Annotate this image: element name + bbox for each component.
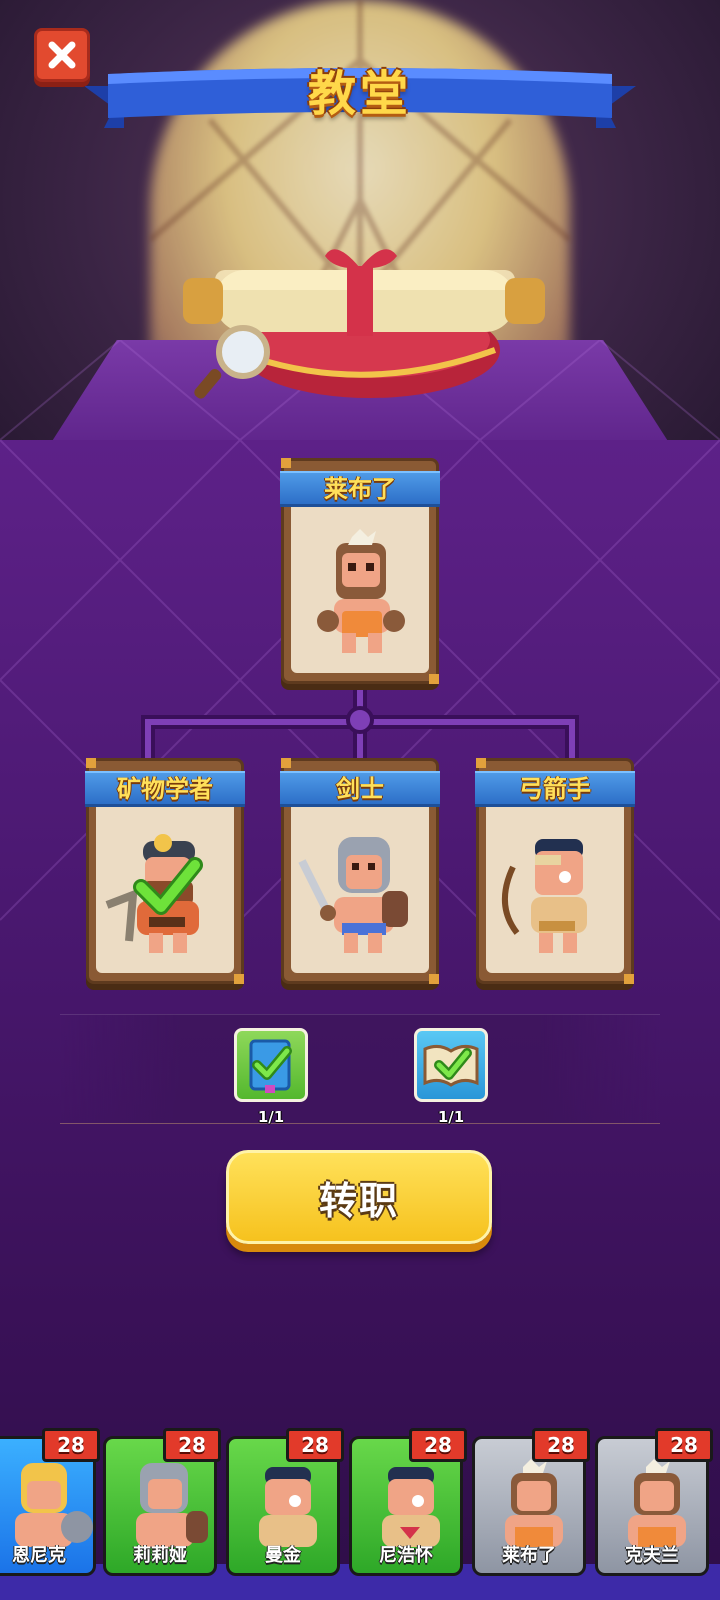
class-card-archer[interactable]: 弓箭手 xyxy=(475,758,635,984)
class-card-label: 莱布了 xyxy=(280,471,440,507)
card-corner xyxy=(281,758,291,768)
roster-hero-name: 克夫兰 xyxy=(625,1545,679,1566)
card-corner xyxy=(234,974,244,984)
requirement-count: 1/1 xyxy=(257,1108,285,1126)
open-book-icon xyxy=(423,1044,479,1087)
class-card-base[interactable]: 莱布了 xyxy=(280,458,440,684)
hero-portrait-icon xyxy=(105,834,203,953)
change-class-button[interactable]: 转职 xyxy=(226,1150,492,1244)
church-screen: 教堂 莱布了 矿物学者 剑士 弓箭手 1/1 1/1 转职 恩尼克 28 莉莉娅… xyxy=(0,0,720,1600)
hero-portrait-icon xyxy=(298,837,408,953)
card-corner xyxy=(429,974,439,984)
close-icon xyxy=(48,41,76,69)
roster-hero-name: 尼浩怀 xyxy=(379,1545,433,1566)
class-card-miner[interactable]: 矿物学者 xyxy=(85,758,245,984)
class-card-label: 弓箭手 xyxy=(475,771,635,807)
card-corner xyxy=(624,974,634,984)
card-corner xyxy=(476,758,486,768)
hero-portrait-icon xyxy=(501,839,587,953)
hero-portrait-icon xyxy=(317,529,405,653)
roster-level-badge: 28 xyxy=(532,1428,590,1462)
class-card-label: 剑士 xyxy=(280,771,440,807)
requirements-panel xyxy=(60,1014,660,1124)
page-title: 教堂 xyxy=(307,66,412,122)
roster-level-badge: 28 xyxy=(42,1428,100,1462)
card-corner xyxy=(429,674,439,684)
requirement-item[interactable] xyxy=(414,1028,488,1102)
class-card-label: 矿物学者 xyxy=(85,771,245,807)
card-corner xyxy=(86,758,96,768)
roster-hero-name: 莉莉娅 xyxy=(133,1545,187,1566)
class-card-swordsman[interactable]: 剑士 xyxy=(280,758,440,984)
close-button[interactable] xyxy=(34,28,90,82)
roster-hero-name: 曼金 xyxy=(265,1545,301,1566)
job-scroll-icon xyxy=(183,249,545,399)
roster-hero-name: 恩尼克 xyxy=(12,1545,66,1566)
hero-roster: 恩尼克 28 莉莉娅 28 曼金 28 尼浩怀 28 莱布了 28 克夫兰 28 xyxy=(0,1428,720,1600)
requirement-count: 1/1 xyxy=(437,1108,465,1126)
roster-level-badge: 28 xyxy=(655,1428,713,1462)
blue-book-icon xyxy=(249,1039,292,1093)
roster-level-badge: 28 xyxy=(163,1428,221,1462)
card-corner xyxy=(281,458,291,468)
change-class-button-label: 转职 xyxy=(318,1178,399,1223)
requirement-item[interactable] xyxy=(234,1028,308,1102)
roster-level-badge: 28 xyxy=(286,1428,344,1462)
roster-level-badge: 28 xyxy=(409,1428,467,1462)
roster-hero-name: 莱布了 xyxy=(502,1545,556,1566)
